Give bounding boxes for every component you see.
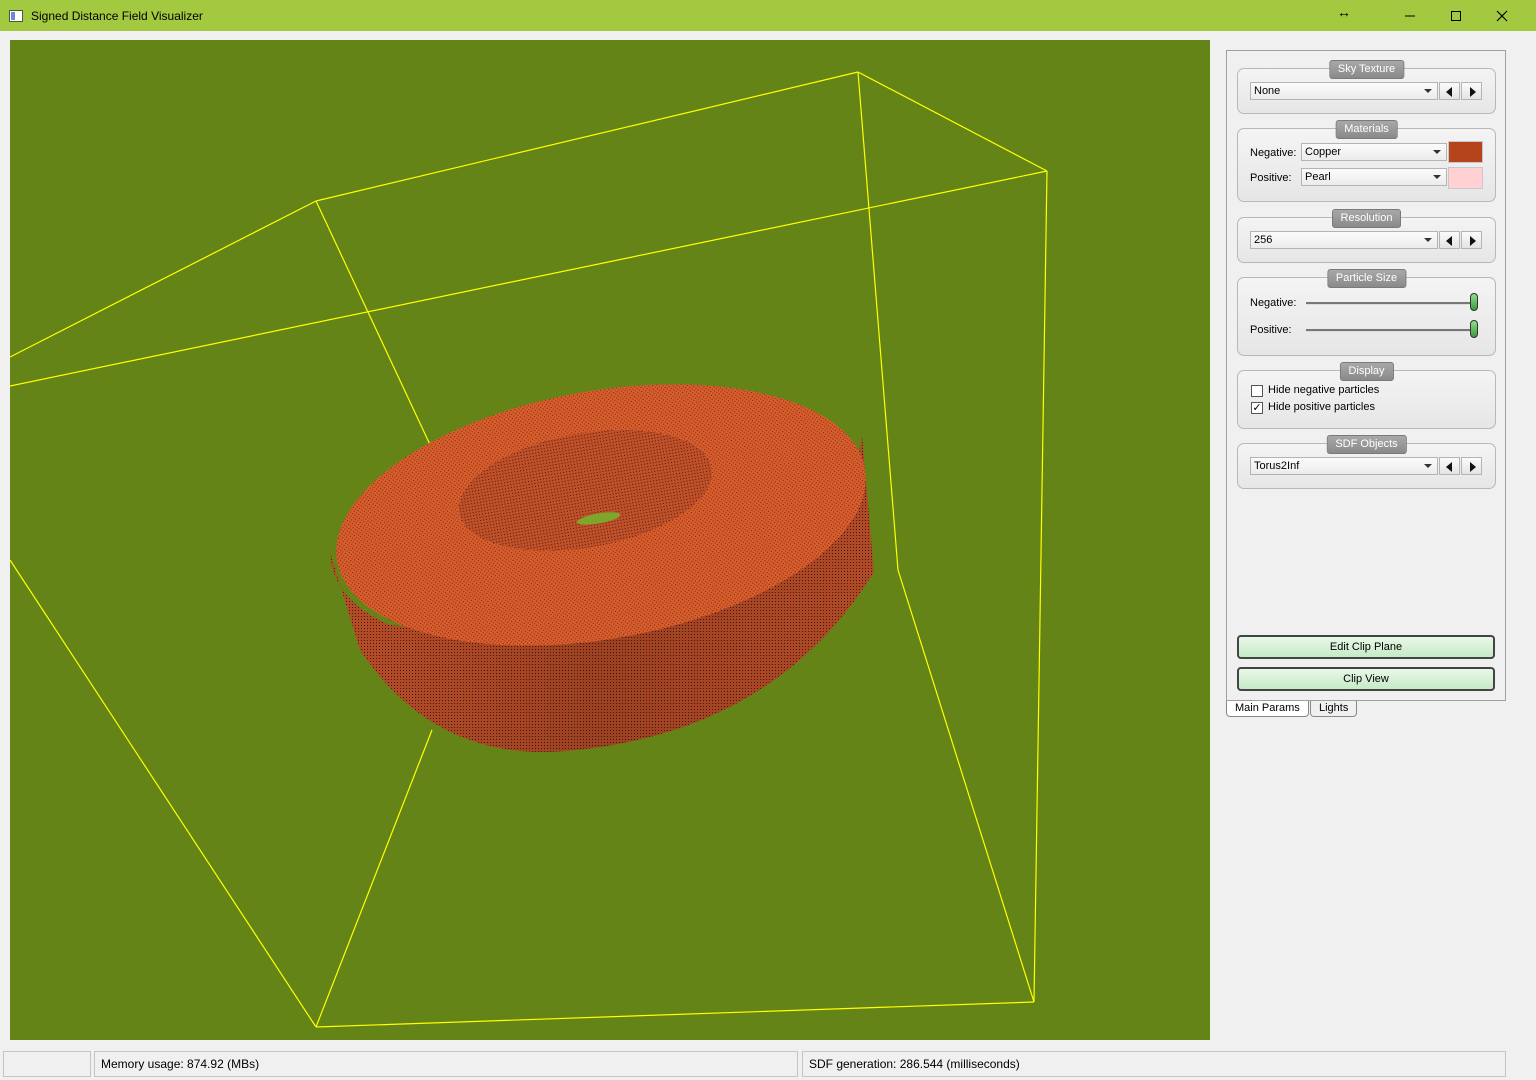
resize-arrows-icon: ↔ — [1337, 4, 1351, 20]
materials-title: Materials — [1335, 120, 1398, 139]
sdf-objects-prev-button[interactable] — [1439, 457, 1460, 475]
chevron-down-icon — [1433, 175, 1441, 179]
sky-texture-next-button[interactable] — [1461, 82, 1482, 100]
sky-texture-group: Sky Texture None — [1237, 60, 1496, 114]
edit-clip-plane-button[interactable]: Edit Clip Plane — [1237, 635, 1495, 659]
hide-negative-label: Hide negative particles — [1268, 384, 1380, 396]
hide-positive-label: Hide positive particles — [1268, 401, 1375, 413]
particle-size-title: Particle Size — [1326, 269, 1407, 288]
positive-material-label: Positive: — [1250, 172, 1292, 184]
sky-texture-prev-button[interactable] — [1439, 82, 1460, 100]
display-title: Display — [1339, 362, 1394, 381]
tab-main-params[interactable]: Main Params — [1226, 701, 1309, 717]
positive-size-slider[interactable] — [1470, 320, 1478, 338]
resolution-select[interactable]: 256 — [1250, 231, 1438, 249]
maximize-icon — [1451, 10, 1461, 21]
status-cell-empty — [3, 1051, 91, 1077]
negative-material-label: Negative: — [1250, 147, 1297, 159]
negative-size-slider[interactable] — [1470, 293, 1478, 311]
arrow-left-icon — [1446, 87, 1452, 97]
sky-texture-select[interactable]: None — [1250, 82, 1438, 100]
hide-negative-checkbox[interactable] — [1251, 385, 1263, 397]
chevron-down-icon — [1424, 238, 1432, 242]
positive-material-select[interactable]: Pearl — [1301, 168, 1447, 186]
chevron-down-icon — [1433, 150, 1441, 154]
positive-material-value: Pearl — [1305, 171, 1331, 183]
tab-lights[interactable]: Lights — [1310, 701, 1358, 717]
memory-usage-status: Memory usage: 874.92 (MBs) — [94, 1051, 798, 1077]
positive-color-swatch[interactable] — [1448, 167, 1483, 189]
close-icon — [1496, 10, 1508, 21]
minimize-icon — [1405, 15, 1415, 16]
clip-view-button[interactable]: Clip View — [1237, 667, 1495, 691]
sky-texture-value: None — [1254, 85, 1281, 97]
arrow-right-icon — [1470, 236, 1476, 246]
params-panel: Sky Texture None Materials Negative: Cop… — [1226, 50, 1506, 701]
resolution-prev-button[interactable] — [1439, 231, 1460, 249]
render-viewport[interactable] — [10, 40, 1210, 1040]
chevron-down-icon — [1424, 89, 1432, 93]
arrow-right-icon — [1470, 87, 1476, 97]
sky-texture-title: Sky Texture — [1328, 60, 1405, 79]
minimize-button[interactable] — [1387, 0, 1433, 31]
negative-color-swatch[interactable] — [1448, 141, 1483, 163]
resolution-next-button[interactable] — [1461, 231, 1482, 249]
sdf-objects-next-button[interactable] — [1461, 457, 1482, 475]
resolution-value: 256 — [1254, 234, 1273, 246]
close-button[interactable] — [1479, 0, 1525, 31]
sdf-objects-select[interactable]: Torus2Inf — [1250, 457, 1438, 475]
materials-group: Materials Negative: Copper Positive: Pea… — [1237, 120, 1496, 202]
maximize-button[interactable] — [1433, 0, 1479, 31]
resolution-group: Resolution 256 — [1237, 209, 1496, 263]
app-icon — [9, 9, 23, 22]
resolution-title: Resolution — [1331, 209, 1402, 228]
window-title: Signed Distance Field Visualizer — [31, 8, 203, 23]
negative-material-value: Copper — [1305, 146, 1342, 158]
arrow-right-icon — [1470, 462, 1476, 472]
sdf-objects-group: SDF Objects Torus2Inf — [1237, 435, 1496, 489]
chevron-down-icon — [1424, 464, 1432, 468]
title-bar: Signed Distance Field Visualizer ↔ — [0, 0, 1536, 31]
sdf-generation-status: SDF generation: 286.544 (milliseconds) — [802, 1051, 1506, 1077]
negative-size-track — [1306, 302, 1478, 305]
sdf-objects-title: SDF Objects — [1326, 435, 1407, 454]
arrow-left-icon — [1446, 462, 1452, 472]
positive-size-label: Positive: — [1250, 324, 1292, 336]
sdf-objects-value: Torus2Inf — [1254, 460, 1300, 472]
negative-material-select[interactable]: Copper — [1301, 143, 1447, 161]
arrow-left-icon — [1446, 236, 1452, 246]
positive-size-track — [1306, 329, 1478, 332]
particle-size-group: Particle Size Negative: Positive: — [1237, 269, 1496, 356]
negative-size-label: Negative: — [1250, 297, 1297, 309]
display-group: Display Hide negative particles ✓ Hide p… — [1237, 362, 1496, 429]
hide-positive-checkbox[interactable]: ✓ — [1251, 402, 1263, 414]
